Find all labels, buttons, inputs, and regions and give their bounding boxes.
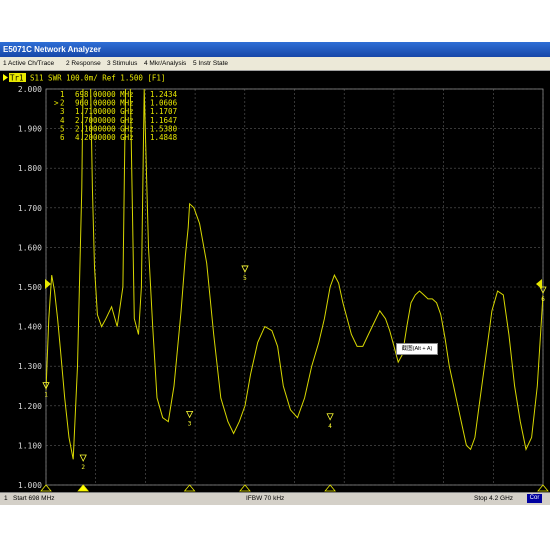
measurement-screen: 2.000 1.900 1.800 1.700 1.600 1.500 1.400 1.300… [0,71,550,492]
y-tick-label: 1.000 [18,481,42,490]
status-bar: 1 Start 698 MHz IFBW 70 kHz Stop 4.2 GHz… [0,492,550,505]
swr-chart: 2.000 1.900 1.800 1.700 1.600 1.500 1.400 1.300… [0,71,550,492]
y-tick-label: 1.800 [18,164,42,173]
trace-marker-label: 2 [81,464,85,471]
marker-prefix: > [54,99,59,108]
cor-indicator[interactable]: Cor [527,494,542,503]
y-tick-label: 1.700 [18,204,42,213]
trace-marker-label: 6 [541,296,545,303]
status-start[interactable]: Start 698 MHz [13,493,55,505]
trace-marker-label: 3 [188,420,192,427]
menu-response[interactable]: 2 Response [66,57,101,70]
y-tick-label: 1.200 [18,402,42,411]
trace-marker-label: 5 [243,275,247,282]
menu-stimulus[interactable]: 3 Stimulus [107,57,137,70]
y-tick-label: 1.300 [18,362,42,371]
status-channel: 1 [4,495,8,502]
y-tick-label: 1.400 [18,323,42,332]
y-tick-label: 1.500 [18,283,42,292]
menu-mkr-analysis[interactable]: 4 Mkr/Analysis [144,57,186,70]
y-tick-label: 1.600 [18,243,42,252]
marker-number: 6 [60,133,65,142]
trace-marker-label: 1 [44,392,48,399]
y-tick-label: 1.100 [18,441,42,450]
screenshot-hint-tooltip: 截图(Alt + A) [396,343,438,355]
softkey-menu-bar: 1 Active Ch/Trace 2 Response 3 Stimulus … [0,57,550,71]
status-ifbw[interactable]: IFBW 70 kHz [246,493,284,505]
analyzer-window: E5071C Network Analyzer 1 Active Ch/Trac… [0,42,550,505]
trace-badge[interactable]: Tr1 [10,74,24,83]
y-tick-label: 1.900 [18,125,42,134]
y-tick-label: 2.000 [18,85,42,94]
marker-value: 1.4848 [150,133,178,142]
window-title: E5071C Network Analyzer [0,42,550,57]
status-stop[interactable]: Stop 4.2 GHz [474,493,513,505]
menu-active-ch-trace[interactable]: 1 Active Ch/Trace [3,57,54,70]
trace-header: S11 SWR 100.0m/ Ref 1.500 [F1] [30,74,165,83]
trace-marker-label: 4 [328,423,332,430]
menu-instr-state[interactable]: 5 Instr State [193,57,228,70]
